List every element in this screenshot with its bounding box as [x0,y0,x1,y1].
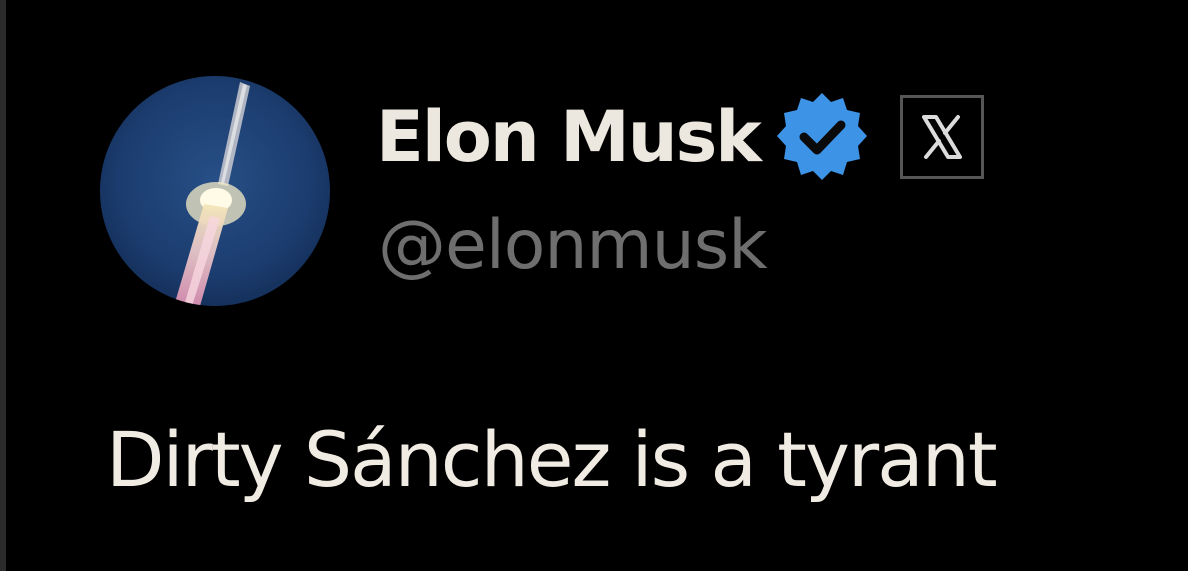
verified-badge-icon [774,89,870,185]
tweet-card: Elon Musk @elonmusk Dirty Sánchez is a t… [6,0,1188,571]
avatar[interactable] [100,76,330,306]
author-name-row: Elon Musk [376,82,984,192]
author-display-name[interactable]: Elon Musk [376,102,762,172]
author-handle[interactable]: @elonmusk [378,212,768,280]
rocket-launch-avatar-icon [100,76,330,306]
x-logo-icon[interactable] [899,95,984,179]
tweet-text: Dirty Sánchez is a tyrant [106,415,998,504]
